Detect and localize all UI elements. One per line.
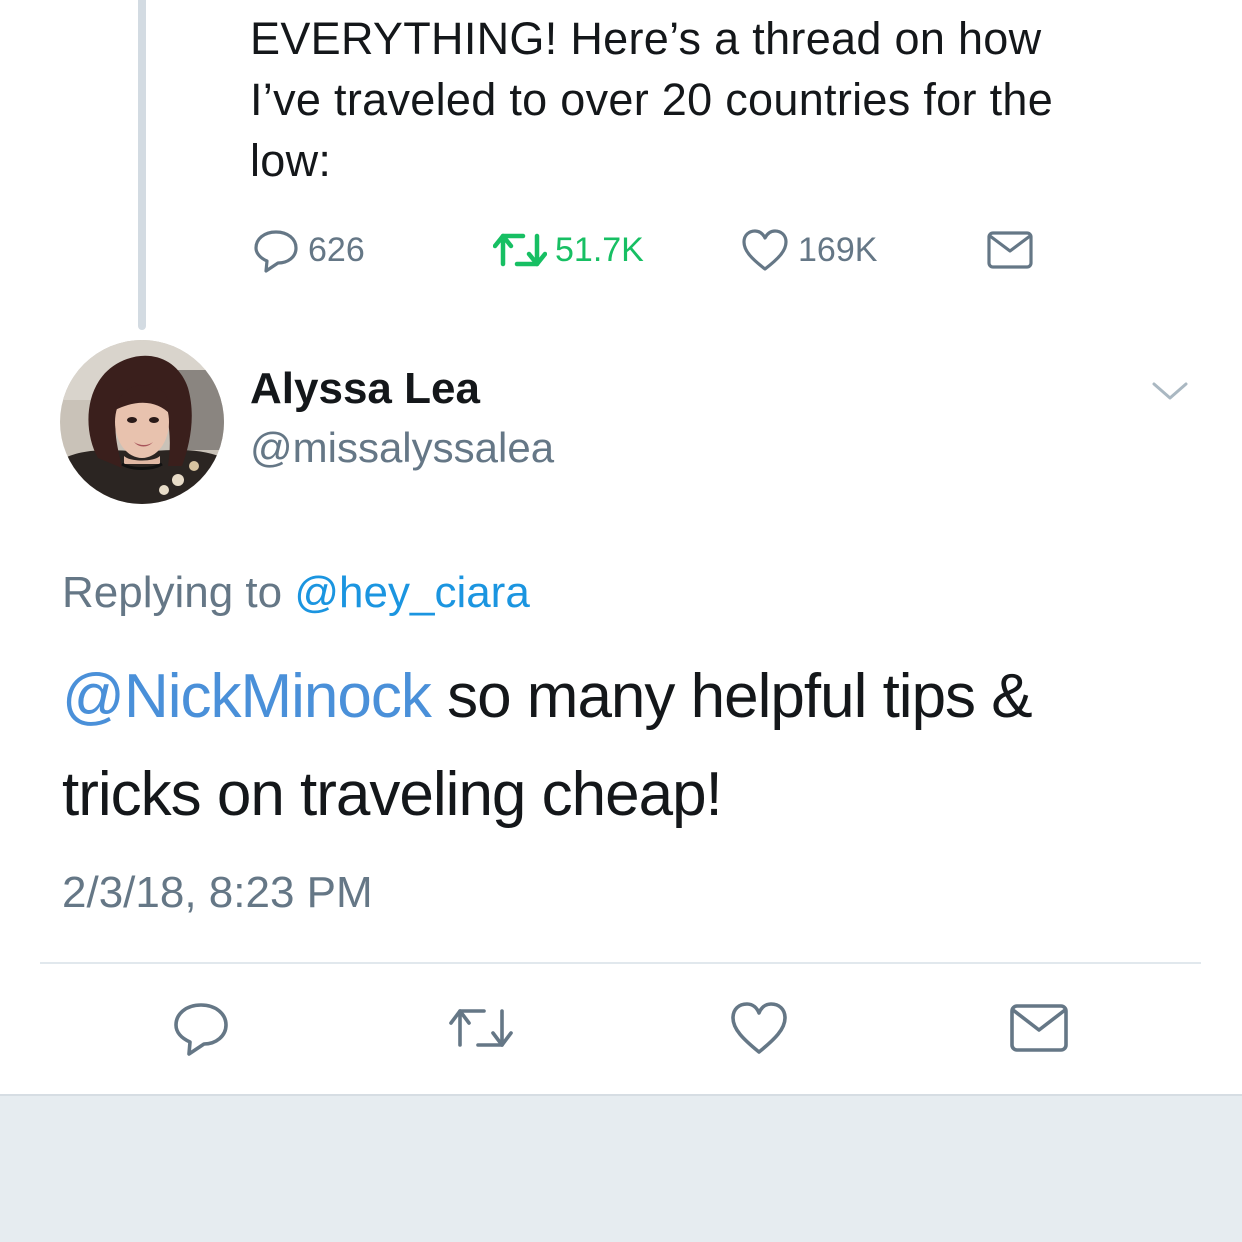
replying-to: Replying to @hey_ciara — [62, 568, 530, 618]
reply-button[interactable] — [166, 996, 236, 1064]
avatar[interactable] — [60, 340, 224, 504]
reply-count: 626 — [308, 230, 365, 269]
like-count: 169K — [798, 230, 878, 269]
retweet-button[interactable] — [446, 996, 516, 1064]
parent-tweet-text-line: low: — [250, 135, 332, 186]
share-button[interactable] — [1004, 996, 1074, 1064]
replying-to-link[interactable]: @hey_ciara — [294, 568, 529, 617]
divider — [40, 962, 1201, 964]
tweet-text-rest: so many helpful tips & — [430, 662, 1033, 731]
like-icon — [728, 999, 790, 1062]
tweet-text-line: @NickMinock so many helpful tips & — [62, 648, 1192, 746]
tweet-text-line: tricks on traveling cheap! — [62, 760, 723, 829]
share-icon — [986, 230, 1034, 270]
author-name[interactable]: Alyssa Lea — [250, 364, 480, 414]
parent-share-button[interactable] — [986, 222, 1034, 278]
tweet-detail-view: EVERYTHING! Here’s a thread on how I’ve … — [0, 0, 1242, 1242]
bottom-area — [0, 1094, 1242, 1242]
parent-reply-button[interactable]: 626 — [252, 222, 365, 278]
share-icon — [1008, 1002, 1070, 1059]
reply-icon — [252, 226, 300, 274]
parent-tweet-text-line: EVERYTHING! Here’s a thread on how — [250, 13, 1042, 64]
parent-tweet-text-line: I’ve traveled to over 20 countries for t… — [250, 74, 1054, 125]
like-button[interactable] — [724, 996, 794, 1064]
tweet-text: @NickMinock so many helpful tips & trick… — [62, 648, 1192, 844]
replying-prefix: Replying to — [62, 568, 295, 617]
tweet-options-button[interactable] — [1150, 376, 1190, 406]
parent-retweet-button[interactable]: 51.7K — [493, 222, 644, 278]
retweet-icon — [493, 230, 547, 270]
mention-link[interactable]: @NickMinock — [62, 662, 432, 731]
parent-tweet-text: EVERYTHING! Here’s a thread on how I’ve … — [250, 8, 1210, 191]
tweet-timestamp: 2/3/18, 8:23 PM — [62, 868, 373, 917]
parent-tweet-actions: 626 51.7K 169K — [0, 222, 1242, 278]
parent-like-button[interactable]: 169K — [740, 222, 877, 278]
like-icon — [740, 227, 790, 273]
avatar-image — [60, 340, 224, 504]
tweet-actions — [0, 996, 1242, 1064]
author-handle[interactable]: @missalyssalea — [250, 424, 554, 472]
retweet-icon — [448, 1003, 514, 1058]
chevron-down-icon — [1150, 382, 1190, 410]
retweet-count: 51.7K — [555, 230, 644, 269]
reply-icon — [171, 998, 231, 1063]
thread-connector-line — [138, 0, 146, 330]
